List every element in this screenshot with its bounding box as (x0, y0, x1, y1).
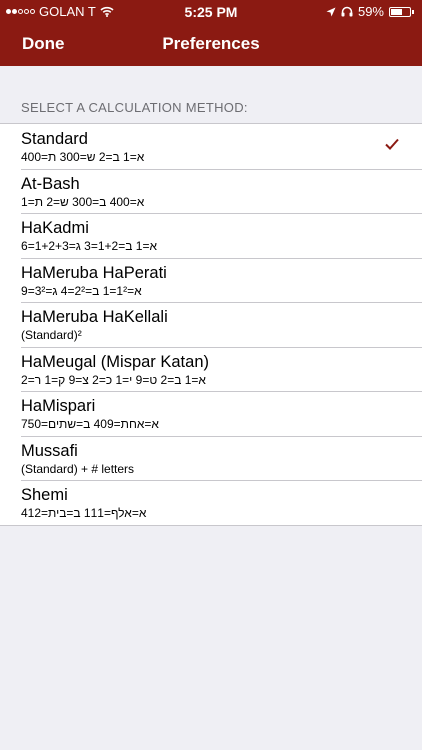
method-row[interactable]: Shemi א=אלף=111 ב=בית=412 (0, 480, 422, 525)
method-row[interactable]: Standard א=1 ב=2 ש=300 ת=400 (0, 124, 422, 169)
battery-fill (391, 8, 402, 15)
battery-percent: 59% (357, 4, 384, 19)
battery-cap (412, 9, 414, 14)
method-title: Standard (21, 130, 88, 148)
section-header: SELECT A CALCULATION METHOD: (21, 100, 248, 115)
method-subtitle: א=אחת=409 ב=שתים=750 (21, 417, 159, 431)
headphones-icon (341, 6, 353, 17)
method-title: HaMeruba HaKellali (21, 308, 168, 326)
method-subtitle: א=1 ב=1+2=3 ג=1+2+3=6 (21, 239, 157, 253)
method-subtitle: (Standard) + # letters (21, 461, 135, 476)
battery-icon (389, 6, 411, 17)
method-title: HaMispari (21, 397, 96, 415)
method-subtitle: א=1 ב=2 ש=300 ת=400 (21, 150, 145, 164)
method-subtitle: (Standard)² (21, 328, 82, 342)
method-subtitle: א=400 ב=300 ש=2 ת=1 (21, 194, 145, 209)
status-bar: GOLAN T 5:25 PM 59% (0, 0, 422, 24)
navigation-bar: Done Preferences (0, 24, 422, 66)
method-row[interactable]: HaMispari א=אחת=409 ב=שתים=750 (0, 391, 422, 436)
method-subtitle: א=1²=1 ב=2²=4 ג=3²=9 (21, 283, 142, 298)
method-title: At-Bash (21, 174, 80, 193)
method-row[interactable]: HaMeruba HaKellali (Standard)² (0, 302, 422, 347)
method-title: HaMeugal (Mispar Katan) (21, 352, 209, 371)
method-row[interactable]: At-Bash א=400 ב=300 ש=2 ת=1 (0, 168, 422, 214)
method-title: Shemi (21, 486, 68, 504)
calculation-method-list: Standard א=1 ב=2 ש=300 ת=400 At-Bash א=400 … (0, 123, 422, 526)
checkmark-icon (385, 138, 399, 150)
method-title: HaMeruba HaPerati (21, 263, 167, 282)
status-right: 59% (326, 4, 414, 19)
done-button[interactable]: Done (22, 34, 65, 54)
location-arrow-icon (326, 7, 336, 16)
method-title: HaKadmi (21, 219, 89, 237)
method-row[interactable]: HaKadmi א=1 ב=1+2=3 ג=1+2+3=6 (0, 213, 422, 258)
method-subtitle: א=אלף=111 ב=בית=412 (21, 506, 147, 520)
method-title: Mussafi (21, 441, 78, 460)
method-row[interactable]: HaMeruba HaPerati א=1²=1 ב=2²=4 ג=3²=9 (0, 257, 422, 303)
method-row[interactable]: HaMeugal (Mispar Katan) א=1 ב=2 ט=9 י=1 כ… (0, 346, 422, 392)
method-subtitle: א=1 ב=2 ט=9 י=1 כ=2 צ=9 ק=1 ר=2 (21, 372, 206, 387)
method-row[interactable]: Mussafi (Standard) + # letters (0, 435, 422, 481)
